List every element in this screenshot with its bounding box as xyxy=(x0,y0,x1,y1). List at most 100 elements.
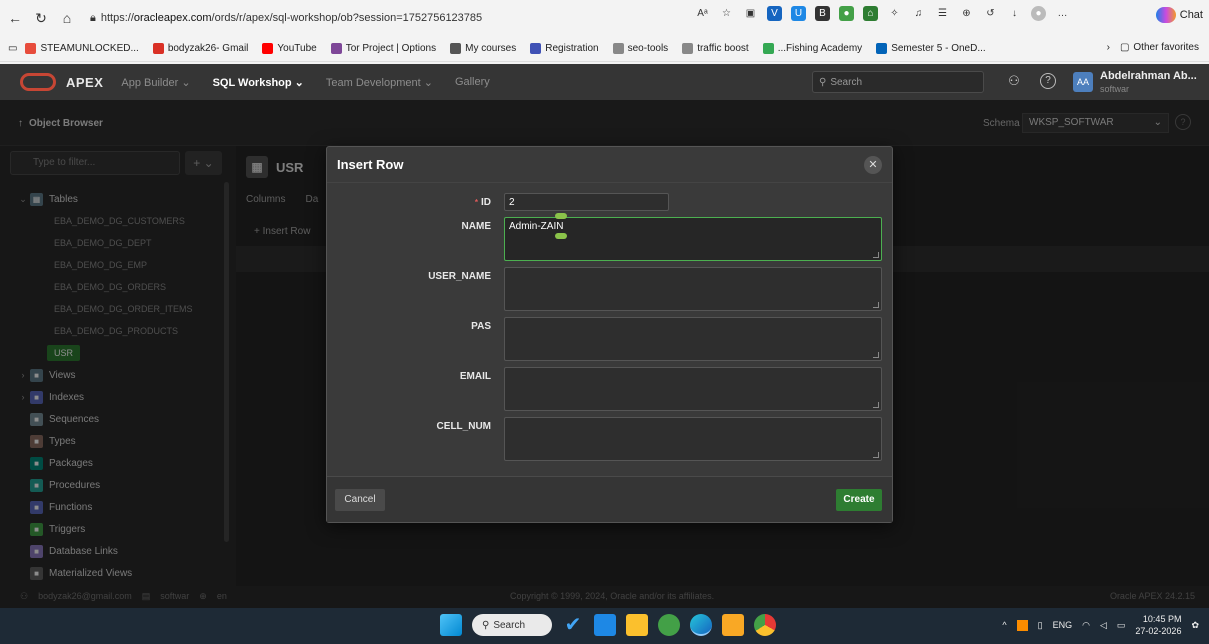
address-bar[interactable]: 🔒︎ https://oracleapex.com/ords/r/apex/sq… xyxy=(90,8,690,28)
apex-search-input[interactable]: ⚲ Search xyxy=(812,71,984,93)
favorite-item[interactable]: Registration xyxy=(530,43,599,54)
windows-start-icon[interactable] xyxy=(440,614,462,636)
favorite-item[interactable]: YouTube xyxy=(262,43,317,54)
apex-menu-item[interactable]: Gallery xyxy=(455,76,490,89)
chrome-icon[interactable] xyxy=(754,614,776,636)
field-label: NAME xyxy=(327,221,491,232)
selection-handle-icon[interactable] xyxy=(555,233,567,239)
chevron-up-icon[interactable]: ^ xyxy=(1002,620,1006,630)
favorite-icon xyxy=(450,43,462,54)
read-aloud-icon[interactable]: Aᵃ xyxy=(695,6,710,21)
user-settings-icon[interactable]: ⚇ xyxy=(1005,73,1023,91)
volume-icon[interactable]: ◁ xyxy=(1100,620,1107,631)
copilot-icon xyxy=(1155,7,1176,23)
field-value: 2 xyxy=(509,197,515,208)
battery-icon[interactable]: ▯ xyxy=(1038,620,1043,631)
apex-menu-item[interactable]: SQL Workshop ⌄ xyxy=(213,76,304,89)
collections-icon[interactable]: ⊕ xyxy=(959,6,974,21)
music-icon[interactable]: ♫ xyxy=(911,6,926,21)
resize-handle-icon[interactable] xyxy=(873,402,879,408)
chat-button[interactable]: Chat xyxy=(1155,7,1203,23)
screen-icon[interactable]: ▣ xyxy=(743,6,758,21)
cancel-button[interactable]: Cancel xyxy=(335,489,385,511)
b-extension-icon[interactable]: B xyxy=(815,6,830,21)
field-label: CELL_NUM xyxy=(327,421,491,432)
create-button[interactable]: Create xyxy=(836,489,882,511)
green-extension-icon[interactable]: ● xyxy=(839,6,854,21)
notification-icon[interactable]: ✿ xyxy=(1191,620,1199,631)
favorites-list: STEAMUNLOCKED... bodyzak26- Gmail YouTube T… xyxy=(25,43,999,54)
search-icon: ⚲ xyxy=(819,76,827,88)
resize-handle-icon[interactable] xyxy=(873,352,879,358)
field-input-email[interactable] xyxy=(504,367,882,411)
tab-actions-icon[interactable]: ▭ xyxy=(8,43,17,54)
field-input-id[interactable]: 2 xyxy=(504,193,669,211)
system-tray: ^ ▯ ENG ◠ ◁ ▭ 10:45 PM 27-02-2026 ✿ xyxy=(1002,613,1199,637)
taskbar-search-label: Search xyxy=(493,619,526,631)
file-explorer-icon[interactable] xyxy=(626,614,648,636)
phone-link-icon[interactable] xyxy=(658,614,680,636)
favorite-item[interactable]: Tor Project | Options xyxy=(330,43,437,54)
apex-logo-text[interactable]: APEX xyxy=(66,75,103,90)
field-label-text: PAS xyxy=(471,321,491,332)
favorite-item[interactable]: My courses xyxy=(450,43,516,54)
favorite-item[interactable]: bodyzak26- Gmail xyxy=(152,43,248,54)
favorite-item[interactable]: seo-tools xyxy=(612,43,668,54)
avatar[interactable]: AA xyxy=(1073,72,1093,92)
favorite-icon xyxy=(152,43,164,54)
user-workspace: softwar xyxy=(1100,84,1130,94)
resize-handle-icon[interactable] xyxy=(873,252,879,258)
field-label-text: EMAIL xyxy=(459,371,491,382)
favorite-item[interactable]: Semester 5 - OneD... xyxy=(876,43,986,54)
favorite-item[interactable]: STEAMUNLOCKED... xyxy=(25,43,139,54)
resize-handle-icon[interactable] xyxy=(873,452,879,458)
checkmark-app-icon[interactable]: ✔ xyxy=(562,614,584,636)
taskbar-search[interactable]: ⚲ Search xyxy=(472,614,552,636)
profile-icon[interactable]: ● xyxy=(1031,6,1046,21)
u-extension-icon[interactable]: U xyxy=(791,6,806,21)
lang-indicator[interactable]: ENG xyxy=(1053,620,1073,630)
chevron-right-icon[interactable]: › xyxy=(1107,42,1110,53)
field-input-name[interactable]: Admin-ZAIN xyxy=(504,217,882,261)
field-input-pas[interactable] xyxy=(504,317,882,361)
apex-menu-item[interactable]: Team Development ⌄ xyxy=(326,76,433,89)
favorites-bar: ▭ STEAMUNLOCKED... bodyzak26- Gmail YouTub… xyxy=(0,36,1209,62)
extension-icons: Aᵃ ☆ ▣ V U B ● ⌂ ✧ ♫ ☰ ⊕ ↺ ↓ ● … xyxy=(695,6,1070,21)
store-icon[interactable] xyxy=(594,614,616,636)
favorite-item[interactable]: ...Fishing Academy xyxy=(762,43,862,54)
oracle-logo-icon[interactable] xyxy=(20,73,56,91)
favorite-icon xyxy=(876,43,888,54)
home-icon[interactable]: ⌂ xyxy=(56,7,78,29)
puzzle-icon[interactable]: ✧ xyxy=(887,6,902,21)
favorite-item[interactable]: traffic boost xyxy=(682,43,749,54)
field-input-user-name[interactable] xyxy=(504,267,882,311)
back-icon[interactable]: ← xyxy=(4,7,26,29)
clock[interactable]: 10:45 PM 27-02-2026 xyxy=(1135,613,1181,637)
refresh-icon[interactable]: ↻ xyxy=(30,7,52,29)
home-extension-icon[interactable]: ⌂ xyxy=(863,6,878,21)
user-name[interactable]: Abdelrahman Ab... xyxy=(1100,70,1205,82)
dialog-footer: Cancel Create xyxy=(327,476,892,522)
resize-handle-icon[interactable] xyxy=(873,302,879,308)
edge-icon[interactable] xyxy=(690,614,712,636)
help-icon[interactable]: ? xyxy=(1040,73,1056,89)
other-favorites[interactable]: ▢ Other favorites xyxy=(1120,42,1199,53)
favorite-star-icon[interactable]: ☆ xyxy=(719,6,734,21)
selection-handle-icon[interactable] xyxy=(555,213,567,219)
network-icon[interactable]: ▭ xyxy=(1117,620,1126,631)
v-extension-icon[interactable]: V xyxy=(767,6,782,21)
favorite-label: STEAMUNLOCKED... xyxy=(40,43,139,54)
apex-menu-item[interactable]: App Builder ⌄ xyxy=(121,76,190,89)
more-icon[interactable]: … xyxy=(1055,6,1070,21)
tray-app-icon[interactable] xyxy=(1016,619,1028,631)
favorite-icon xyxy=(25,43,37,54)
favorite-icon xyxy=(530,43,542,54)
close-icon[interactable]: ✕ xyxy=(864,156,882,174)
favorites-icon[interactable]: ☰ xyxy=(935,6,950,21)
wifi-icon[interactable]: ◠ xyxy=(1082,620,1090,631)
favorite-label: Tor Project | Options xyxy=(345,43,437,54)
app-yellow-icon[interactable] xyxy=(722,614,744,636)
history-icon[interactable]: ↺ xyxy=(983,6,998,21)
field-input-cell-num[interactable] xyxy=(504,417,882,461)
download-icon[interactable]: ↓ xyxy=(1007,6,1022,21)
